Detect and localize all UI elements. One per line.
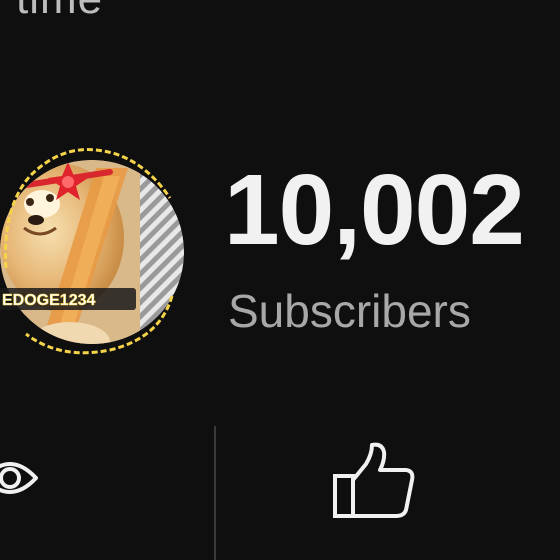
subscriber-label: Subscribers bbox=[228, 285, 471, 337]
actions-divider bbox=[214, 426, 216, 560]
section-heading-partial: time bbox=[16, 0, 103, 24]
channel-avatar[interactable]: EDOGE1234 bbox=[0, 128, 186, 368]
stats-screen: time bbox=[0, 0, 560, 560]
avatar-watermark-text: EDOGE1234 bbox=[2, 292, 95, 309]
subscriber-count: 10,002 bbox=[224, 154, 525, 266]
thumbs-up-icon[interactable] bbox=[332, 440, 418, 520]
eye-icon[interactable] bbox=[0, 450, 38, 506]
avatar-image: EDOGE1234 bbox=[0, 148, 184, 355]
